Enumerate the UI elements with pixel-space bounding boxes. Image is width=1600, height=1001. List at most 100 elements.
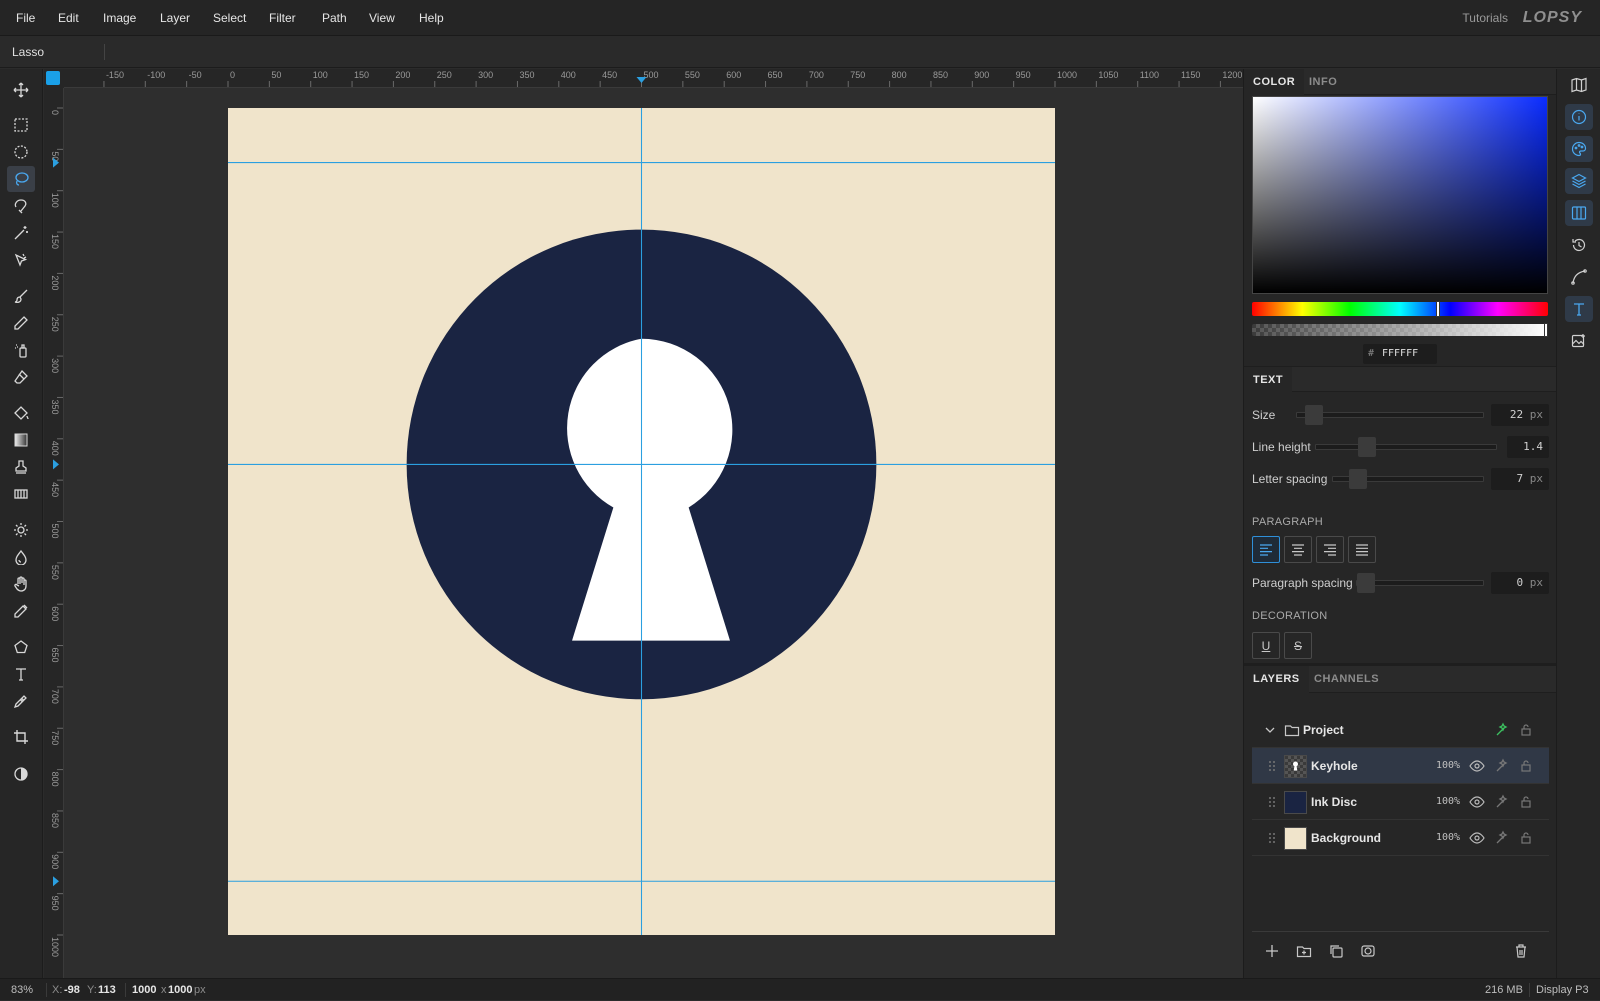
alpha-slider[interactable]	[1252, 323, 1548, 337]
effects-icon[interactable]	[1494, 758, 1510, 774]
spray-icon[interactable]	[7, 337, 35, 363]
contrast-icon[interactable]	[7, 761, 35, 787]
canvas-area[interactable]	[64, 88, 1243, 978]
trash-icon[interactable]	[1513, 943, 1529, 959]
menu-file[interactable]: File	[16, 0, 35, 36]
lock-icon[interactable]	[1518, 794, 1534, 810]
hex-input[interactable]: # FFFFFF	[1363, 344, 1437, 364]
size-value-box[interactable]: 22 px	[1491, 404, 1549, 426]
document-canvas[interactable]	[228, 108, 1055, 935]
align-right-button[interactable]	[1316, 536, 1344, 563]
pen-icon[interactable]	[7, 688, 35, 714]
menu-image[interactable]: Image	[103, 0, 136, 36]
menu-help[interactable]: Help	[419, 0, 444, 36]
tab-text[interactable]: TEXT	[1244, 367, 1293, 393]
eye-icon[interactable]	[1469, 758, 1485, 774]
eyedropper-icon[interactable]	[7, 598, 35, 624]
hue-slider[interactable]	[1252, 301, 1548, 317]
rect-select-icon[interactable]	[7, 112, 35, 138]
effects-icon[interactable]	[1494, 722, 1510, 738]
menu-filter[interactable]: Filter	[269, 0, 296, 36]
magic-wand-icon[interactable]	[7, 220, 35, 246]
align-center-button[interactable]	[1284, 536, 1312, 563]
line-height-slider[interactable]	[1315, 437, 1497, 457]
paragraph-spacing-slider[interactable]	[1356, 573, 1484, 593]
menu-edit[interactable]: Edit	[58, 0, 79, 36]
add-layer-icon[interactable]	[1264, 943, 1280, 959]
tab-color[interactable]: COLOR	[1244, 69, 1305, 95]
paragraph-spacing-value-box[interactable]: 0 px	[1491, 572, 1549, 594]
layer-group-project[interactable]: Project	[1252, 712, 1549, 748]
ellipse-select-icon[interactable]	[7, 139, 35, 165]
align-justify-button[interactable]	[1348, 536, 1376, 563]
brush-icon[interactable]	[7, 283, 35, 309]
color-picker-field[interactable]	[1252, 96, 1548, 294]
gradient-icon[interactable]	[7, 427, 35, 453]
pattern-icon[interactable]	[7, 481, 35, 507]
strikethrough-button[interactable]: S	[1284, 632, 1312, 659]
size-slider-thumb[interactable]	[1305, 405, 1323, 425]
stamp-icon[interactable]	[7, 454, 35, 480]
layer-opacity[interactable]: 100%	[1436, 820, 1460, 856]
pencil-icon[interactable]	[7, 310, 35, 336]
line-height-value-box[interactable]: 1.4	[1507, 436, 1549, 458]
eye-icon[interactable]	[1469, 794, 1485, 810]
navigator-button[interactable]	[1565, 72, 1593, 98]
hand-icon[interactable]	[7, 571, 35, 597]
layer-opacity[interactable]: 100%	[1436, 784, 1460, 820]
size-slider[interactable]	[1296, 405, 1484, 425]
dodge-icon[interactable]	[7, 517, 35, 543]
letter-spacing-value-box[interactable]: 7 px	[1491, 468, 1549, 490]
underline-button[interactable]: U	[1252, 632, 1280, 659]
chevron-down-icon[interactable]	[1262, 722, 1278, 738]
ruler-corner[interactable]	[44, 69, 64, 88]
layer-row-background[interactable]: Background 100%	[1252, 820, 1549, 856]
vertical-ruler[interactable]: 0 50 100 150 200 250 300 350 400 450 500 550 600 650 7…	[44, 88, 64, 978]
lock-icon[interactable]	[1518, 758, 1534, 774]
lasso-icon[interactable]	[7, 166, 35, 192]
drag-handle-icon[interactable]	[1268, 832, 1276, 844]
align-left-button[interactable]	[1252, 536, 1280, 563]
channels-panel-button[interactable]	[1565, 200, 1593, 226]
drag-handle-icon[interactable]	[1268, 760, 1276, 772]
new-group-icon[interactable]	[1296, 943, 1312, 959]
layer-row-ink-disc[interactable]: Ink Disc 100%	[1252, 784, 1549, 820]
paths-button[interactable]	[1565, 264, 1593, 290]
color-panel-button[interactable]	[1565, 136, 1593, 162]
mask-layer-icon[interactable]	[1360, 943, 1376, 959]
letter-spacing-slider[interactable]	[1332, 469, 1484, 489]
text-icon[interactable]	[7, 661, 35, 687]
layer-opacity[interactable]: 100%	[1436, 748, 1460, 784]
eye-icon[interactable]	[1469, 830, 1485, 846]
text-panel-button[interactable]	[1565, 296, 1593, 322]
zoom-level[interactable]: 83%	[11, 979, 33, 1001]
tab-layers[interactable]: LAYERS	[1244, 666, 1309, 693]
alpha-slider-handle[interactable]	[1544, 323, 1548, 337]
layer-row-keyhole[interactable]: Keyhole 100%	[1252, 748, 1549, 784]
magnetic-lasso-icon[interactable]	[7, 193, 35, 219]
lock-icon[interactable]	[1518, 830, 1534, 846]
info-button[interactable]	[1565, 104, 1593, 130]
bucket-icon[interactable]	[7, 400, 35, 426]
burn-icon[interactable]	[7, 544, 35, 570]
hue-slider-handle[interactable]	[1436, 301, 1440, 317]
layers-panel-button[interactable]	[1565, 168, 1593, 194]
effects-icon[interactable]	[1494, 830, 1510, 846]
letter-spacing-slider-thumb[interactable]	[1349, 469, 1367, 489]
paragraph-spacing-slider-thumb[interactable]	[1357, 573, 1375, 593]
tab-channels[interactable]: CHANNELS	[1305, 666, 1388, 693]
quick-select-icon[interactable]	[7, 247, 35, 273]
menu-layer[interactable]: Layer	[160, 0, 190, 36]
drag-handle-icon[interactable]	[1268, 796, 1276, 808]
duplicate-layer-icon[interactable]	[1328, 943, 1344, 959]
tutorials-link[interactable]: Tutorials	[1462, 0, 1508, 36]
eraser-icon[interactable]	[7, 364, 35, 390]
crop-icon[interactable]	[7, 724, 35, 750]
menu-view[interactable]: View	[369, 0, 395, 36]
effects-icon[interactable]	[1494, 794, 1510, 810]
horizontal-ruler[interactable]: -150 -100 -50 0 50 100 150 200 250 300 350 400 450 50…	[64, 69, 1243, 88]
polygon-icon[interactable]	[7, 634, 35, 660]
menu-path[interactable]: Path	[322, 0, 347, 36]
menu-select[interactable]: Select	[213, 0, 246, 36]
line-height-slider-thumb[interactable]	[1358, 437, 1376, 457]
